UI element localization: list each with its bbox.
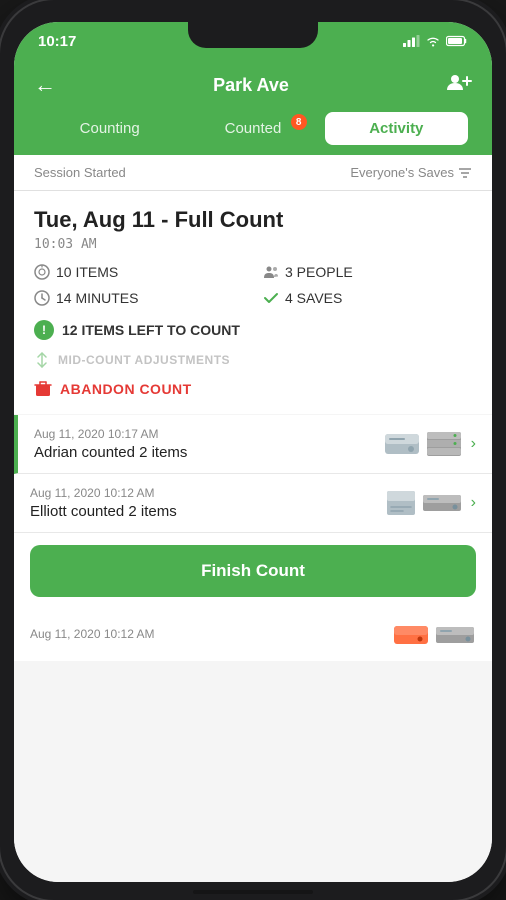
finish-count-button[interactable]: Finish Count (30, 545, 476, 597)
abandon-row[interactable]: ABANDON COUNT (34, 380, 472, 398)
activity-item-1-thumbs (383, 430, 463, 458)
tab-counted[interactable]: Counted 8 (181, 112, 324, 145)
activity-item-1-timestamp: Aug 11, 2020 10:17 AM (34, 427, 383, 441)
activity-item-2-info: Aug 11, 2020 10:12 AM Elliott counted 2 … (30, 486, 385, 520)
everyone-saves: Everyone's Saves (350, 165, 472, 180)
status-icons (403, 35, 468, 47)
count-title: Tue, Aug 11 - Full Count (34, 207, 472, 233)
activity-list: Aug 11, 2020 10:17 AM Adrian counted 2 i… (14, 415, 492, 882)
session-started-label: Session Started (34, 165, 126, 180)
items-value: 10 ITEMS (56, 264, 118, 280)
header: ← Park Ave Counting Counted (14, 60, 492, 155)
ssd-thumb-1 (421, 489, 463, 517)
abandon-label: ABANDON COUNT (60, 381, 192, 397)
stat-saves: 4 SAVES (263, 290, 472, 306)
mid-count-label: MID-COUNT ADJUSTMENTS (58, 353, 230, 367)
people-icon (263, 264, 279, 280)
home-indicator (193, 890, 313, 894)
partial-item-info: Aug 11, 2020 10:12 AM (30, 627, 155, 644)
orange-thumb (392, 621, 430, 649)
saves-value: 4 SAVES (285, 290, 342, 306)
alert-row: ! 12 ITEMS LEFT TO COUNT (34, 320, 472, 340)
stat-people: 3 PEOPLE (263, 264, 472, 280)
tab-activity[interactable]: Activity (325, 112, 468, 145)
counted-badge: 8 (291, 114, 307, 130)
stat-minutes: 14 MINUTES (34, 290, 243, 306)
tabs: Counting Counted 8 Activity (30, 112, 476, 155)
activity-item-2-timestamp: Aug 11, 2020 10:12 AM (30, 486, 385, 500)
page-title: Park Ave (213, 75, 289, 96)
server-thumb-1 (425, 430, 463, 458)
trash-icon (34, 380, 52, 398)
activity-item-2-thumbs (385, 489, 463, 517)
activity-item-1-description: Adrian counted 2 items (34, 444, 383, 461)
session-header: Session Started Everyone's Saves (14, 155, 492, 191)
activity-item-2-description: Elliott counted 2 items (30, 503, 385, 520)
signal-icon (403, 35, 420, 47)
activity-item-2[interactable]: Aug 11, 2020 10:12 AM Elliott counted 2 … (14, 474, 492, 533)
alert-text: 12 ITEMS LEFT TO COUNT (62, 322, 240, 338)
chevron-right-icon-2: › (471, 494, 476, 512)
check-icon (263, 290, 279, 306)
alert-icon: ! (34, 320, 54, 340)
partial-thumbs (392, 621, 476, 649)
stat-items: 10 ITEMS (34, 264, 243, 280)
time-icon (34, 290, 50, 306)
finish-button-container: Finish Count (14, 533, 492, 609)
back-button[interactable]: ← (30, 68, 60, 102)
count-time: 10:03 AM (34, 237, 472, 252)
activity-item-1[interactable]: Aug 11, 2020 10:17 AM Adrian counted 2 i… (14, 415, 492, 474)
activity-item-1-info: Aug 11, 2020 10:17 AM Adrian counted 2 i… (34, 427, 383, 461)
partial-activity-item[interactable]: Aug 11, 2020 10:12 AM (14, 609, 492, 661)
items-icon (34, 264, 50, 280)
battery-icon (446, 35, 468, 47)
count-stats: 10 ITEMS 3 PEOPLE (34, 264, 472, 306)
partial-timestamp: Aug 11, 2020 10:12 AM (30, 627, 155, 641)
status-time: 10:17 (38, 33, 76, 50)
content-area: Session Started Everyone's Saves Tue, Au… (14, 155, 492, 882)
card-thumb-1 (385, 489, 417, 517)
chevron-right-icon-1: › (471, 435, 476, 453)
hdd-thumb-1 (383, 430, 421, 458)
count-card: Tue, Aug 11 - Full Count 10:03 AM 10 ITE… (14, 191, 492, 414)
wifi-icon (425, 35, 441, 47)
tab-counting[interactable]: Counting (38, 112, 181, 145)
mid-count-row[interactable]: MID-COUNT ADJUSTMENTS (34, 352, 472, 368)
filter-icon[interactable] (458, 167, 472, 179)
adjust-icon (34, 352, 50, 368)
add-user-button[interactable] (442, 68, 476, 102)
minutes-value: 14 MINUTES (56, 290, 138, 306)
people-value: 3 PEOPLE (285, 264, 353, 280)
ssd-thumb-2 (434, 621, 476, 649)
